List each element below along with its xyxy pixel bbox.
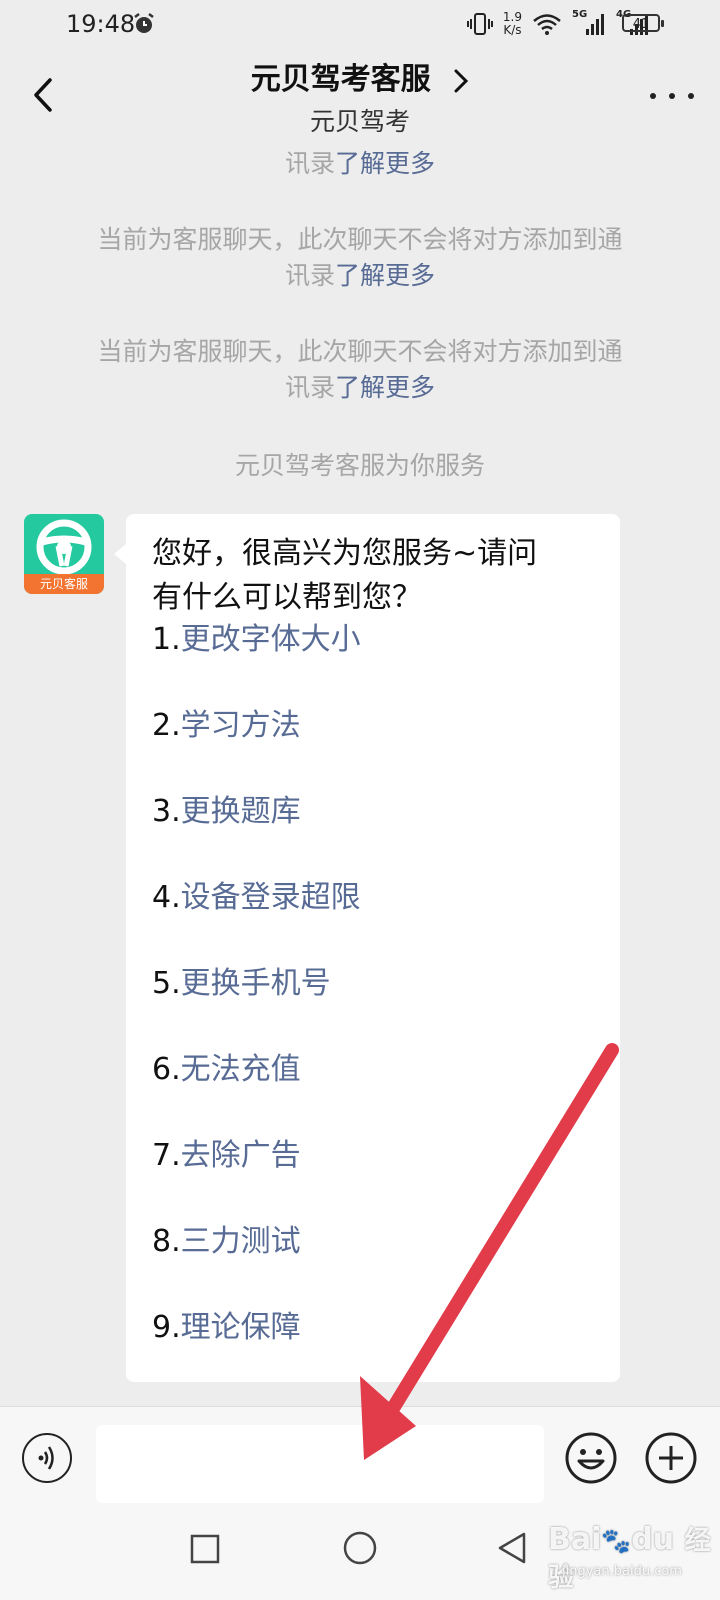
chat-title-text: 元贝驾考客服: [250, 62, 431, 97]
dot-icon: [688, 93, 694, 99]
baidu-jingyan-watermark: Bai🐾du 经验 jingyan.baidu.com: [548, 1516, 718, 1593]
back-triangle-icon[interactable]: [494, 1530, 530, 1566]
service-notice: 元贝驾考客服为你服务: [234, 451, 485, 480]
menu-option[interactable]: 8.三力测试: [152, 1222, 301, 1262]
option-link[interactable]: 去除广告: [181, 1138, 301, 1173]
menu-option[interactable]: 2.学习方法: [152, 706, 301, 746]
chat-header: 元贝驾考客服 元贝驾考: [0, 48, 720, 144]
greeting-line: 您好，很高兴为您服务~请问: [152, 536, 538, 571]
option-link[interactable]: 学习方法: [181, 708, 301, 743]
steering-wheel-icon: [36, 519, 92, 575]
option-link[interactable]: 无法充值: [181, 1052, 301, 1087]
menu-option[interactable]: 3.更换题库: [152, 792, 301, 832]
option-link[interactable]: 更换题库: [181, 794, 301, 829]
system-notice: 当前为客服聊天，此次聊天不会将对方添加到通 讯录了解更多: [40, 334, 680, 406]
option-number: 1.: [152, 622, 181, 657]
menu-option[interactable]: 1.更改字体大小: [152, 620, 361, 660]
option-number: 2.: [152, 708, 181, 743]
dot-icon: [650, 93, 656, 99]
chat-subtitle: 元贝驾考: [309, 107, 410, 136]
watermark-url: jingyan.baidu.com: [562, 1564, 682, 1579]
option-link[interactable]: 更换手机号: [181, 966, 331, 1001]
status-time: 19:48: [66, 10, 136, 38]
system-notice: 讯录了解更多: [40, 146, 680, 182]
message-bubble: 您好，很高兴为您服务~请问 有什么可以帮到您？ 1.更改字体大小 2.学习方法 …: [114, 514, 620, 1382]
menu-option[interactable]: 9.理论保障: [152, 1308, 301, 1348]
dot-icon: [669, 93, 675, 99]
avatar-label: 元贝客服: [24, 574, 104, 594]
option-number: 8.: [152, 1224, 181, 1259]
greeting-text: 您好，很高兴为您服务~请问 有什么可以帮到您？: [152, 532, 602, 620]
menu-option[interactable]: 4.设备登录超限: [152, 878, 361, 918]
watermark-brand: Bai: [548, 1522, 602, 1557]
option-number: 9.: [152, 1310, 181, 1345]
more-options-button[interactable]: [650, 88, 694, 104]
system-notice-text: 讯录: [284, 149, 335, 178]
learn-more-link[interactable]: 了解更多: [335, 373, 435, 402]
option-link[interactable]: 三力测试: [181, 1224, 301, 1259]
emoji-icon[interactable]: [564, 1431, 618, 1485]
chevron-right-icon: [454, 69, 469, 92]
voice-button[interactable]: [22, 1433, 72, 1483]
home-icon[interactable]: [342, 1530, 378, 1566]
system-notice: 当前为客服聊天，此次聊天不会将对方添加到通 讯录了解更多: [40, 222, 680, 294]
option-number: 4.: [152, 880, 181, 915]
chat-input-bar: [0, 1406, 720, 1507]
system-notice-text: 当前为客服聊天，此次聊天不会将对方添加到通: [97, 225, 623, 254]
add-icon[interactable]: [644, 1431, 698, 1485]
option-number: 5.: [152, 966, 181, 1001]
option-number: 3.: [152, 794, 181, 829]
wifi-icon: [533, 14, 561, 35]
voice-icon: [38, 1446, 54, 1470]
net-speed: 1.9 K/s: [503, 11, 522, 37]
chat-title[interactable]: 元贝驾考客服: [0, 54, 720, 98]
alarm-icon: [134, 13, 154, 33]
recent-apps-icon[interactable]: [190, 1534, 220, 1564]
battery-icon: 41: [622, 14, 664, 32]
option-link[interactable]: 更改字体大小: [181, 622, 361, 657]
sim1-label: 5G: [572, 9, 588, 20]
option-number: 7.: [152, 1138, 181, 1173]
vibrate-icon: [466, 13, 493, 35]
watermark-brand: du: [631, 1522, 675, 1557]
menu-option[interactable]: 6.无法充值: [152, 1050, 301, 1090]
menu-option[interactable]: 7.去除广告: [152, 1136, 301, 1176]
net-speed-unit: K/s: [503, 23, 522, 37]
system-notice-text: 讯录: [284, 373, 335, 402]
option-number: 6.: [152, 1052, 181, 1087]
signal-1: 5G: [572, 9, 606, 37]
avatar[interactable]: 元贝客服: [24, 514, 104, 594]
paw-icon: 🐾: [601, 1527, 632, 1555]
learn-more-link[interactable]: 了解更多: [335, 149, 435, 178]
message-input[interactable]: [96, 1425, 544, 1503]
learn-more-link[interactable]: 了解更多: [335, 261, 435, 290]
option-link[interactable]: 理论保障: [181, 1310, 301, 1345]
status-bar: 19:48 1.9 K/s 5G 4G 41: [0, 0, 720, 48]
menu-option[interactable]: 5.更换手机号: [152, 964, 331, 1004]
option-link[interactable]: 设备登录超限: [181, 880, 361, 915]
system-notice-text: 当前为客服聊天，此次聊天不会将对方添加到通: [97, 337, 623, 366]
system-notice-text: 讯录: [284, 261, 335, 290]
greeting-line: 有什么可以帮到您？: [152, 580, 422, 615]
